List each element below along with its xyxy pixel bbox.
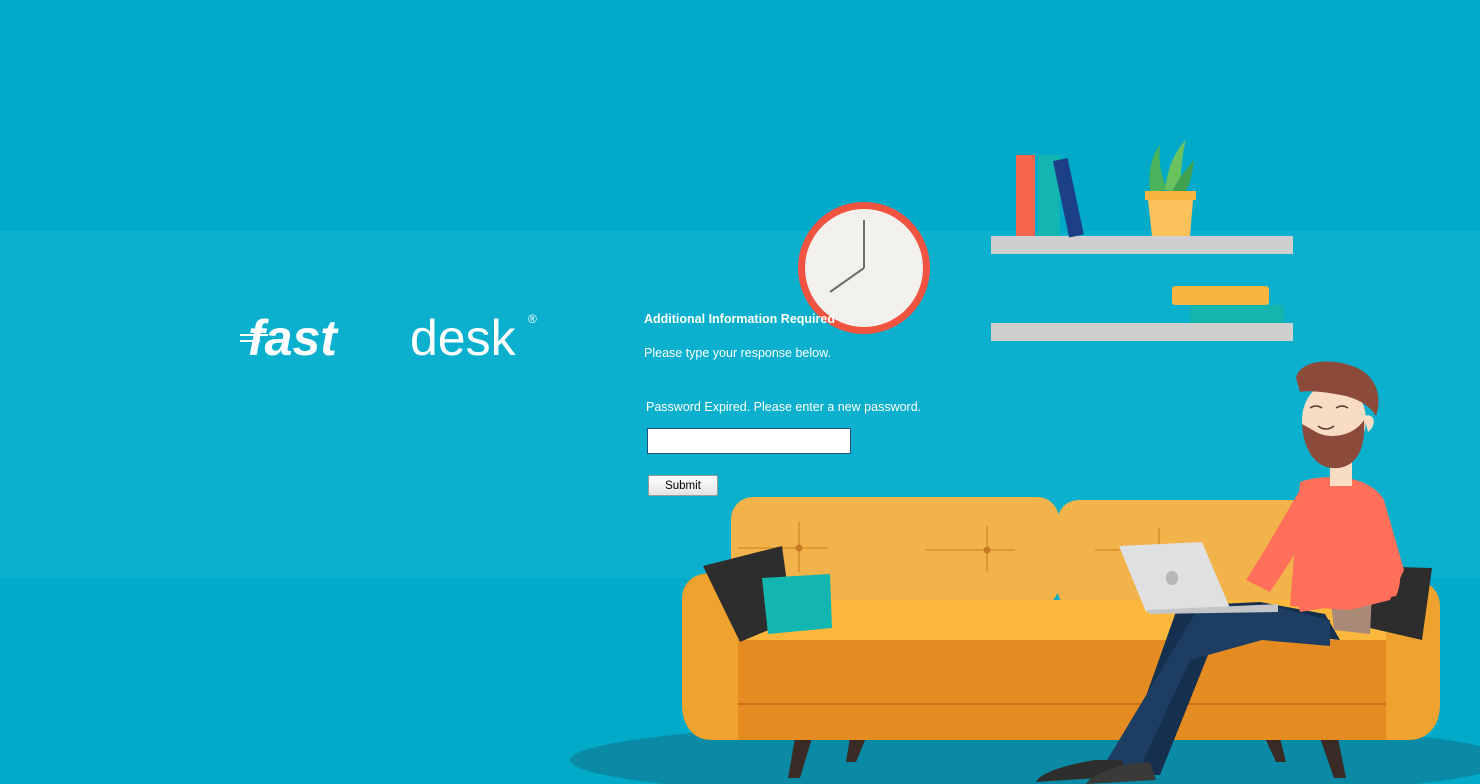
password-prompt-label: Password Expired. Please enter a new pas…: [646, 400, 922, 414]
new-password-input[interactable]: [647, 428, 851, 454]
form-title: Additional Information Required: [644, 312, 835, 326]
logo-desk-text: desk: [410, 310, 517, 365]
submit-button[interactable]: Submit: [648, 475, 718, 496]
logo-registered-mark: ®: [528, 312, 537, 326]
fastdesk-logo: fast desk ®: [240, 310, 537, 365]
background-band-top: [0, 0, 1480, 231]
form-subtitle: Please type your response below.: [644, 346, 831, 360]
background-band-bottom: [0, 578, 1480, 784]
logo-fast-text: fast: [248, 310, 339, 365]
